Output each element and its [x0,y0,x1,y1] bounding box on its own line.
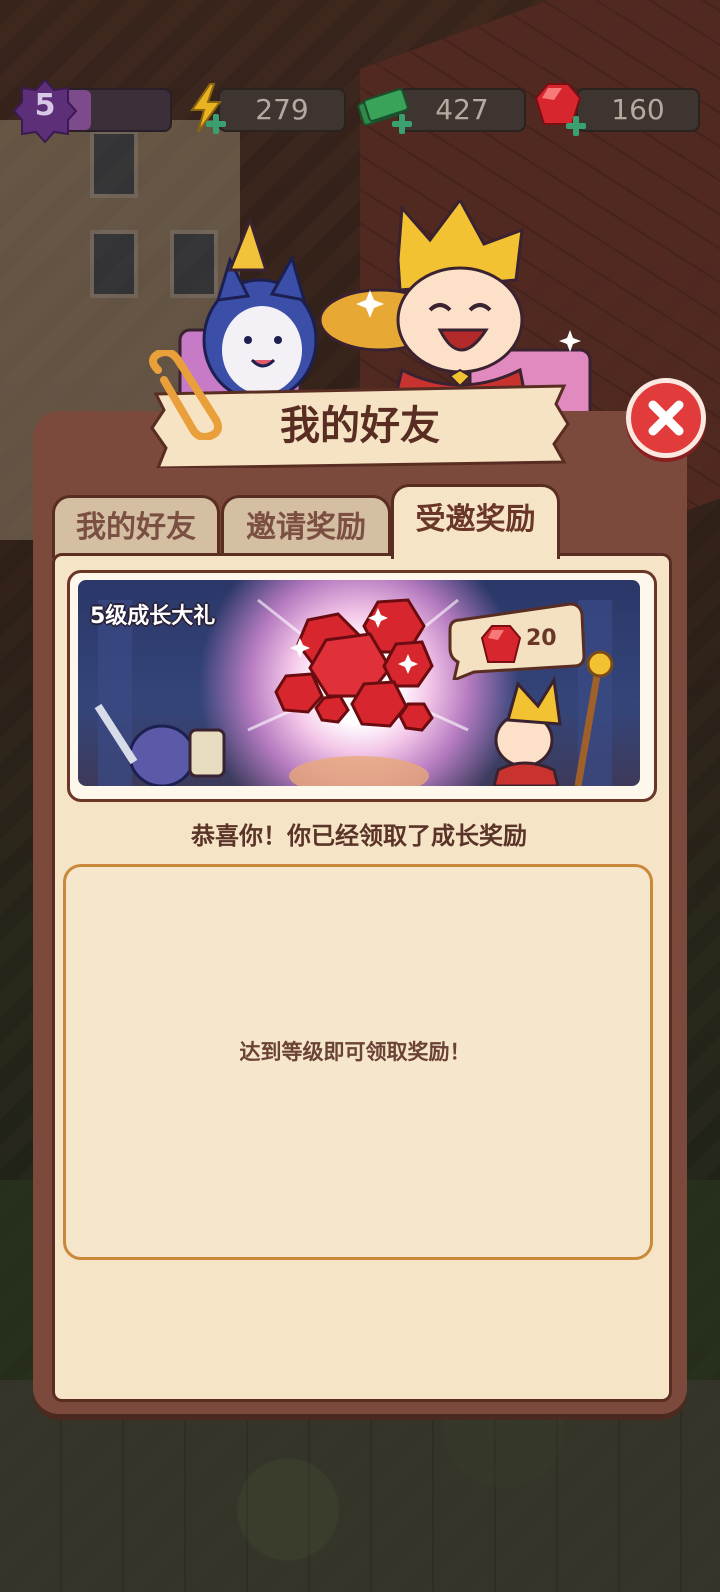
tab-invited-rewards[interactable]: 受邀奖励 [391,484,560,559]
gem-add-icon[interactable] [566,116,586,136]
cash-value: 427 [435,93,489,126]
cash-counter[interactable]: 427 [398,88,526,132]
close-button[interactable] [626,378,706,458]
cash-add-icon[interactable] [392,114,412,134]
gem-value: 160 [611,93,665,126]
reward-title: 5级成长大礼 [90,604,216,629]
energy-value: 279 [255,93,309,126]
close-icon [648,400,684,436]
tab-invite-rewards[interactable]: 邀请奖励 [221,495,391,558]
gem-counter[interactable]: 160 [576,88,700,132]
level-progress-bar [62,88,172,132]
reward-gem-amount: 20 [526,626,557,651]
tab-my-friends[interactable]: 我的好友 [52,495,220,558]
energy-counter[interactable]: 279 [218,88,346,132]
level-number: 5 [34,88,56,123]
empty-list-message: 达到等级即可领取奖励！ [239,1040,471,1064]
top-hud: 5 279 427 160 [0,78,720,144]
congrats-message: 恭喜你！你已经领取了成长奖励 [191,822,527,850]
panel-title: 我的好友 [280,403,440,449]
ruby-gem-icon [480,625,522,663]
energy-add-icon[interactable] [206,114,226,134]
